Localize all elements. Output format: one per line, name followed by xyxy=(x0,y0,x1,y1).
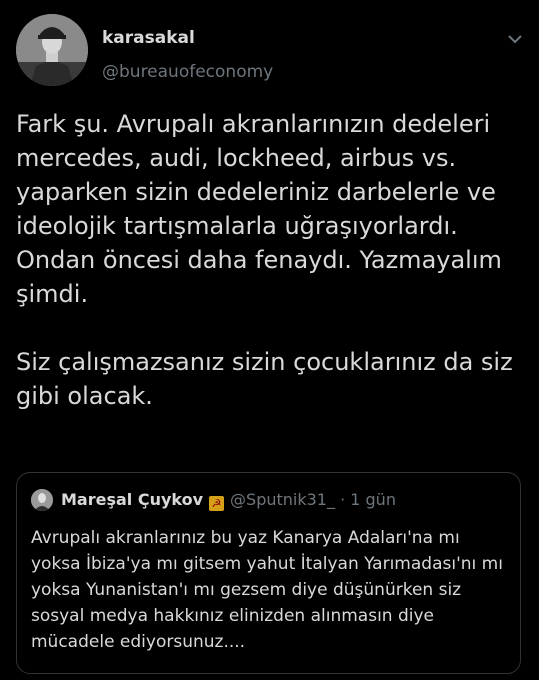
author-avatar[interactable] xyxy=(16,14,88,86)
quoted-tweet-text: Avrupalı akranlarınız bu yaz Kanarya Ada… xyxy=(31,528,503,652)
quoted-display-name[interactable]: Mareşal Çuykov xyxy=(61,490,203,509)
quoted-header: Mareşal Çuykov ☭ @Sputnik31_ · 1 gün xyxy=(61,489,396,511)
quoted-author-avatar xyxy=(31,489,53,511)
author-handle[interactable]: @bureauofeconomy xyxy=(102,62,273,82)
chevron-down-icon[interactable] xyxy=(505,32,525,46)
quoted-handle[interactable]: @Sputnik31_ xyxy=(230,490,335,509)
author-display-name[interactable]: karasakal xyxy=(102,28,195,48)
quoted-tweet[interactable]: Mareşal Çuykov ☭ @Sputnik31_ · 1 gün Avrup… xyxy=(16,472,521,674)
dot-separator: · xyxy=(340,490,346,509)
quoted-timestamp[interactable]: 1 gün xyxy=(350,490,396,509)
hammer-sickle-flag-icon: ☭ xyxy=(209,496,225,511)
tweet-text: Fark şu. Avrupalı akranlarınızın dedeler… xyxy=(16,110,513,410)
